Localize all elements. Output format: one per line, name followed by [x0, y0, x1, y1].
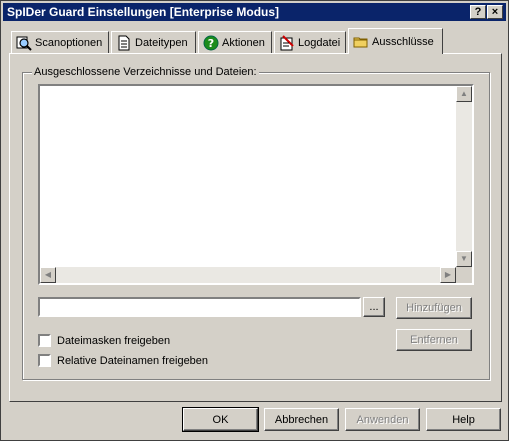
title-bar[interactable]: SpIDer Guard Einstellungen [Enterprise M… — [3, 3, 506, 21]
tab-logdatei[interactable]: Logdatei — [274, 31, 346, 53]
tab-label: Ausschlüsse — [372, 35, 434, 48]
path-input[interactable] — [38, 297, 361, 317]
checkbox-masks-row[interactable]: Dateimasken freigeben — [38, 334, 170, 347]
checkbox-relative-row[interactable]: Relative Dateinamen freigeben — [38, 354, 208, 367]
folder-icon — [353, 37, 368, 47]
file-masks-label: Dateimasken freigeben — [57, 334, 171, 347]
add-button[interactable]: Hinzufügen — [396, 297, 472, 319]
scroll-left-button[interactable]: ◀ — [40, 267, 56, 283]
tab-aktionen[interactable]: ? Aktionen — [198, 31, 272, 53]
tab-label: Aktionen — [222, 36, 265, 49]
vertical-scrollbar[interactable]: ▲ ▼ — [456, 86, 472, 267]
scroll-up-button[interactable]: ▲ — [456, 86, 472, 102]
remove-button[interactable]: Entfernen — [396, 329, 472, 351]
help-button[interactable]: Help — [426, 408, 501, 431]
apply-button[interactable]: Anwenden — [345, 408, 420, 431]
relative-names-checkbox[interactable] — [38, 354, 51, 367]
settings-dialog: SpIDer Guard Einstellungen [Enterprise M… — [0, 0, 509, 441]
help-title-button[interactable]: ? — [470, 5, 486, 19]
tab-ausschluesse[interactable]: Ausschlüsse — [348, 28, 443, 54]
file-masks-checkbox[interactable] — [38, 334, 51, 347]
magnifier-icon — [16, 36, 32, 51]
scroll-right-button[interactable]: ▶ — [440, 267, 456, 283]
tab-dateitypen[interactable]: Dateitypen — [111, 31, 196, 53]
tab-label: Scanoptionen — [35, 36, 103, 49]
ok-button[interactable]: OK — [182, 407, 259, 432]
window-title: SpIDer Guard Einstellungen [Enterprise M… — [7, 5, 280, 19]
browse-button[interactable]: ... — [363, 297, 385, 317]
scroll-down-button[interactable]: ▼ — [456, 251, 472, 267]
exclusions-group-label: Ausgeschlossene Verzeichnisse und Dateie… — [32, 66, 259, 78]
close-title-button[interactable]: × — [487, 5, 503, 19]
question-icon: ? — [203, 35, 219, 50]
svg-text:?: ? — [208, 37, 214, 50]
exclusions-list[interactable]: ▲ ▼ ◀ ▶ — [38, 84, 474, 285]
document-icon — [118, 35, 130, 50]
horizontal-scrollbar[interactable]: ◀ ▶ — [40, 267, 456, 283]
cancel-button[interactable]: Abbrechen — [264, 408, 339, 431]
relative-names-label: Relative Dateinamen freigeben — [57, 354, 209, 367]
tab-label: Dateitypen — [135, 36, 188, 49]
tab-scanoptionen[interactable]: Scanoptionen — [11, 31, 109, 53]
scroll-corner — [456, 267, 472, 283]
log-icon — [280, 34, 294, 50]
tab-label: Logdatei — [298, 36, 341, 49]
